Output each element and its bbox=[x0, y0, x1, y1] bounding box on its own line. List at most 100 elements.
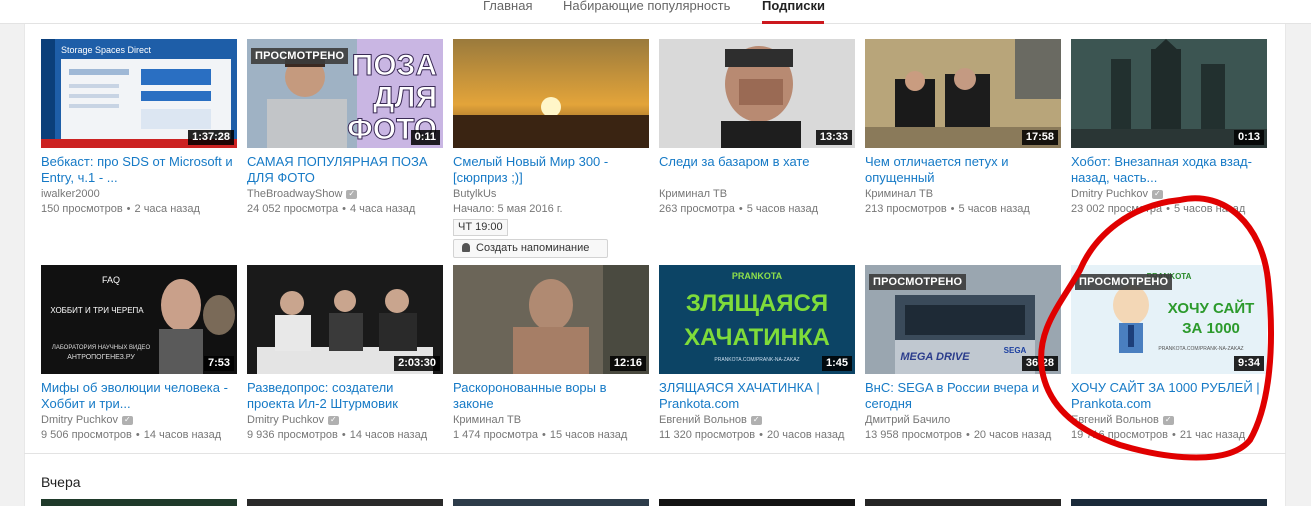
thumbnail-image bbox=[453, 39, 649, 148]
video-thumbnail[interactable]: 17:58 bbox=[865, 39, 1061, 148]
top-navigation: Главная Набирающие популярность Подписки bbox=[0, 0, 1311, 24]
video-card[interactable]: MEGA DRIVE SEGA ПРОСМОТРЕНО 36:28 ВнС: S… bbox=[865, 265, 1061, 442]
video-title[interactable]: Раскоронованные воры в законе bbox=[453, 380, 649, 412]
channel-name[interactable]: Криминал ТВ bbox=[659, 187, 855, 201]
video-title[interactable]: ХОЧУ САЙТ ЗА 1000 РУБЛЕЙ | Prankota.com bbox=[1071, 380, 1267, 412]
thumbnail-caption: SEGA bbox=[1004, 346, 1027, 355]
create-reminder-button[interactable]: Создать напоминание bbox=[453, 239, 608, 258]
thumbnail-caption: АНТРОПОГЕНЕЗ.РУ bbox=[67, 354, 135, 361]
verified-icon bbox=[328, 413, 340, 427]
duration-badge: 17:58 bbox=[1021, 130, 1058, 145]
verified-icon bbox=[1152, 187, 1164, 201]
video-meta: 19 716 просмотров • 21 час назад bbox=[1071, 429, 1246, 441]
video-meta: 13 958 просмотров • 20 часов назад bbox=[865, 429, 1052, 441]
duration-badge: 1:37:28 bbox=[188, 130, 234, 145]
duration-badge: 12:16 bbox=[609, 356, 646, 371]
video-title[interactable]: Вебкаст: про SDS от Microsoft и Entry, ч… bbox=[41, 154, 237, 186]
channel-name[interactable]: Евгений Вольнов bbox=[1071, 413, 1267, 427]
video-card[interactable]: 0:13 Хобот: Внезапная ходка взад-назад, … bbox=[1071, 39, 1267, 216]
channel-name[interactable]: Дмитрий Бачило bbox=[865, 413, 1061, 427]
section-heading-yesterday: Вчера bbox=[41, 474, 81, 490]
channel-name[interactable]: iwalker2000 bbox=[41, 187, 237, 201]
verified-icon bbox=[122, 413, 134, 427]
video-title[interactable]: САМАЯ ПОПУЛЯРНАЯ ПОЗА ДЛЯ ФОТО bbox=[247, 154, 443, 186]
video-title[interactable]: Хобот: Внезапная ходка взад-назад, часть… bbox=[1071, 154, 1267, 186]
thumbnail-caption: ХОББИТ И ТРИ ЧЕРЕПА bbox=[50, 306, 144, 315]
video-title[interactable]: Смелый Новый Мир 300 - [сюрприз ;)] bbox=[453, 154, 649, 186]
schedule-badge: ЧТ 19:00 bbox=[453, 219, 508, 236]
video-card[interactable]: 2:03:30 Разведопрос: создатели проекта И… bbox=[247, 265, 443, 442]
video-thumbnail[interactable]: PRANKOTA ХОЧУ САЙТ ЗА 1000 PRANKOTA.COM/… bbox=[1071, 265, 1267, 374]
thumbnail-caption: Storage Spaces Direct bbox=[61, 45, 152, 55]
thumbnail-caption: ЗЛЯЩАЯСЯ bbox=[686, 290, 828, 317]
channel-name[interactable]: Dmitry Puchkov bbox=[247, 413, 443, 427]
video-thumbnail[interactable]: Storage Spaces Direct 1:37:28 bbox=[41, 39, 237, 148]
video-thumbnail[interactable]: 13:33 bbox=[659, 39, 855, 148]
video-thumbnail-partial[interactable] bbox=[659, 499, 855, 506]
video-card[interactable]: 17:58 Чем отличается петух и опущенный К… bbox=[865, 39, 1061, 216]
video-card[interactable]: Storage Spaces Direct 1:37:28 Вебкаст: п… bbox=[41, 39, 237, 216]
video-thumbnail-partial[interactable] bbox=[453, 499, 649, 506]
tab-trending[interactable]: Набирающие популярность bbox=[563, 0, 730, 12]
channel-name[interactable]: Dmitry Puchkov bbox=[41, 413, 237, 427]
thumbnail-caption: ХОЧУ САЙТ bbox=[1168, 299, 1255, 317]
video-title[interactable]: ЗЛЯЩАЯСЯ ХАЧАТИНКА | Prankota.com bbox=[659, 380, 855, 412]
video-meta: 213 просмотров • 5 часов назад bbox=[865, 203, 1030, 215]
video-meta: 23 002 просмотра • 5 часов назад bbox=[1071, 203, 1246, 215]
thumbnail-caption: PRANKOTA bbox=[732, 271, 783, 281]
video-thumbnail-partial[interactable] bbox=[247, 499, 443, 506]
thumbnail-caption: ЗА 1000 bbox=[1182, 320, 1240, 337]
video-thumbnail[interactable]: ПОЗА ДЛЯ ФОТО ПРОСМОТРЕНО 0:11 bbox=[247, 39, 443, 148]
watched-badge: ПРОСМОТРЕНО bbox=[1075, 274, 1173, 290]
thumbnail-caption: MEGA DRIVE bbox=[900, 351, 970, 363]
duration-badge: 13:33 bbox=[815, 130, 852, 145]
video-thumbnail[interactable]: 0:13 bbox=[1071, 39, 1267, 148]
video-meta: 263 просмотра • 5 часов назад bbox=[659, 203, 818, 215]
channel-name[interactable]: Криминал ТВ bbox=[865, 187, 1061, 201]
watched-badge: ПРОСМОТРЕНО bbox=[869, 274, 967, 290]
channel-name[interactable]: Dmitry Puchkov bbox=[1071, 187, 1267, 201]
video-thumbnail[interactable]: 12:16 bbox=[453, 265, 649, 374]
thumbnail-caption: FAQ bbox=[102, 275, 120, 285]
video-card[interactable]: PRANKOTA ХОЧУ САЙТ ЗА 1000 PRANKOTA.COM/… bbox=[1071, 265, 1267, 442]
channel-name[interactable]: Евгений Вольнов bbox=[659, 413, 855, 427]
video-card[interactable]: 12:16 Раскоронованные воры в законе Крим… bbox=[453, 265, 649, 442]
thumbnail-caption: ХАЧАТИНКА bbox=[684, 324, 830, 351]
video-title[interactable]: ВнС: SEGA в России вчера и сегодня bbox=[865, 380, 1061, 412]
video-thumbnail-partial[interactable] bbox=[41, 499, 237, 506]
video-thumbnail[interactable]: 2:03:30 bbox=[247, 265, 443, 374]
stream-start: Начало: 5 мая 2016 г. bbox=[453, 203, 563, 215]
video-thumbnail[interactable]: PRANKOTA ЗЛЯЩАЯСЯ ХАЧАТИНКА PRANKOTA.COM… bbox=[659, 265, 855, 374]
duration-badge: 7:53 bbox=[203, 356, 234, 371]
video-card[interactable]: PRANKOTA ЗЛЯЩАЯСЯ ХАЧАТИНКА PRANKOTA.COM… bbox=[659, 265, 855, 442]
video-thumbnail[interactable]: MEGA DRIVE SEGA ПРОСМОТРЕНО 36:28 bbox=[865, 265, 1061, 374]
tab-home[interactable]: Главная bbox=[483, 0, 532, 12]
channel-name[interactable]: ButylkUs bbox=[453, 187, 649, 201]
channel-name[interactable]: Криминал ТВ bbox=[453, 413, 649, 427]
duration-badge: 36:28 bbox=[1021, 356, 1058, 371]
video-meta: 150 просмотров • 2 часа назад bbox=[41, 203, 200, 215]
video-title[interactable]: Мифы об эволюции человека - Хоббит и три… bbox=[41, 380, 237, 412]
verified-icon bbox=[346, 187, 358, 201]
thumbnail-caption: ЛАБОРАТОРИЯ НАУЧНЫХ ВИДЕО bbox=[52, 345, 151, 351]
video-meta: 9 506 просмотров • 14 часов назад bbox=[41, 429, 222, 441]
video-thumbnail[interactable] bbox=[453, 39, 649, 148]
video-title[interactable]: Следи за базаром в хате bbox=[659, 154, 855, 186]
video-card[interactable]: 13:33 Следи за базаром в хате Криминал Т… bbox=[659, 39, 855, 216]
watched-badge: ПРОСМОТРЕНО bbox=[251, 48, 349, 64]
video-meta: 11 320 просмотров • 20 часов назад bbox=[659, 429, 845, 441]
video-thumbnail-partial[interactable] bbox=[865, 499, 1061, 506]
video-title[interactable]: Чем отличается петух и опущенный bbox=[865, 154, 1061, 186]
video-meta: 24 052 просмотра • 4 часа назад bbox=[247, 203, 416, 215]
video-card[interactable]: ПОЗА ДЛЯ ФОТО ПРОСМОТРЕНО 0:11 САМАЯ ПОП… bbox=[247, 39, 443, 216]
video-thumbnail-partial[interactable] bbox=[1071, 499, 1267, 506]
tab-subscriptions[interactable]: Подписки bbox=[762, 0, 825, 12]
channel-name[interactable]: TheBroadwayShow bbox=[247, 187, 443, 201]
video-card[interactable]: FAQ ХОББИТ И ТРИ ЧЕРЕПА ЛАБОРАТОРИЯ НАУЧ… bbox=[41, 265, 237, 442]
video-title[interactable]: Разведопрос: создатели проекта Ил-2 Штур… bbox=[247, 380, 443, 412]
video-card-upcoming[interactable]: Смелый Новый Мир 300 - [сюрприз ;)] Buty… bbox=[453, 39, 649, 258]
duration-badge: 9:34 bbox=[1233, 356, 1264, 371]
video-thumbnail[interactable]: FAQ ХОББИТ И ТРИ ЧЕРЕПА ЛАБОРАТОРИЯ НАУЧ… bbox=[41, 265, 237, 374]
thumbnail-caption: ПОЗА bbox=[352, 49, 437, 82]
section-divider bbox=[24, 453, 1286, 454]
